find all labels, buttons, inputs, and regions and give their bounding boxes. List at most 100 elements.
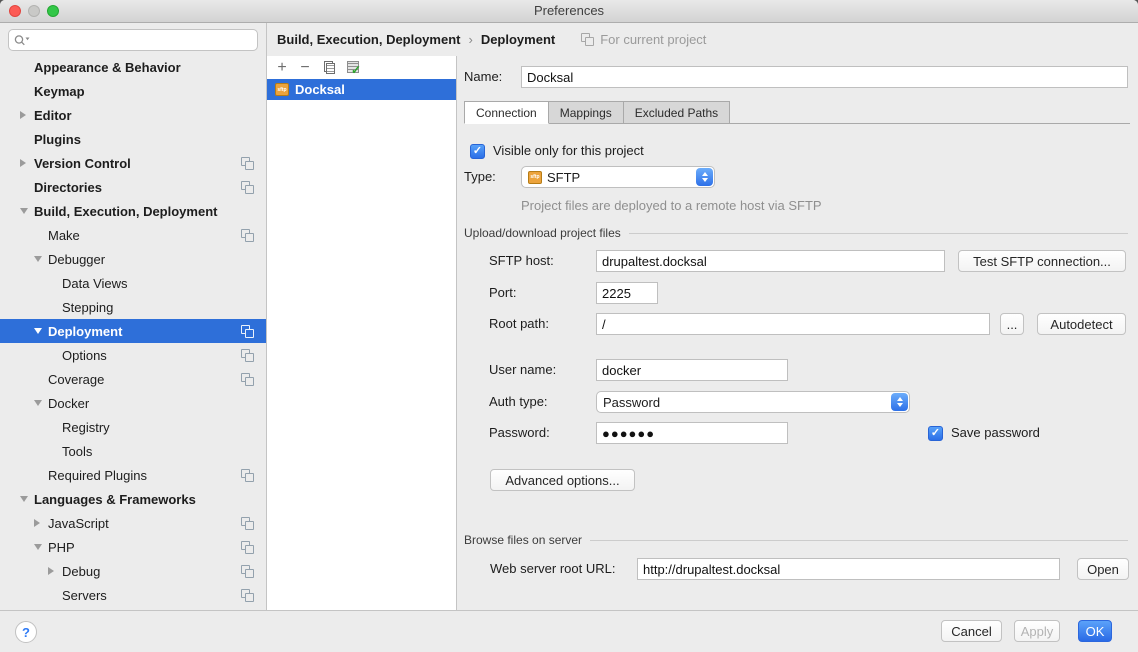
- footer-bar: ? Cancel Apply OK: [0, 610, 1138, 652]
- sidebar-item-required-plugins[interactable]: Required Plugins: [0, 463, 266, 487]
- name-input[interactable]: [521, 66, 1128, 88]
- minimize-window-icon[interactable]: [28, 5, 40, 17]
- type-hint: Project files are deployed to a remote h…: [521, 195, 822, 217]
- traffic-lights: [9, 5, 59, 17]
- apply-button[interactable]: Apply: [1014, 620, 1060, 642]
- advanced-options-button[interactable]: Advanced options...: [490, 469, 635, 491]
- breadcrumb-parent[interactable]: Build, Execution, Deployment: [277, 32, 460, 47]
- password-input[interactable]: [596, 422, 788, 444]
- sidebar-item-label: Deployment: [48, 324, 122, 339]
- current-project-icon: [241, 349, 254, 362]
- user-name-input[interactable]: [596, 359, 788, 381]
- chevron-right-icon[interactable]: [20, 159, 26, 167]
- tab-connection[interactable]: Connection: [464, 101, 549, 124]
- type-select[interactable]: sftp SFTP: [521, 166, 715, 188]
- sidebar-item-docker[interactable]: Docker: [0, 391, 266, 415]
- remove-icon[interactable]: −: [299, 61, 311, 75]
- sidebar-item-directories[interactable]: Directories: [0, 175, 266, 199]
- sftp-icon: sftp: [275, 83, 289, 96]
- server-list-item[interactable]: sftp Docksal: [267, 79, 456, 100]
- sidebar-item-languages-frameworks[interactable]: Languages & Frameworks: [0, 487, 266, 511]
- tab-mappings[interactable]: Mappings: [549, 101, 624, 124]
- sidebar-item-debugger[interactable]: Debugger: [0, 247, 266, 271]
- autodetect-button[interactable]: Autodetect: [1037, 313, 1126, 335]
- sidebar-item-data-views[interactable]: Data Views: [0, 271, 266, 295]
- chevron-down-icon[interactable]: [34, 400, 42, 406]
- browse-root-path-button[interactable]: ...: [1000, 313, 1024, 335]
- sidebar-item-version-control[interactable]: Version Control: [0, 151, 266, 175]
- server-list-toolbar: + −: [267, 56, 456, 79]
- visible-only-checkbox[interactable]: ✓: [470, 144, 485, 159]
- copy-icon[interactable]: [322, 61, 335, 74]
- web-root-label: Web server root URL:: [490, 558, 615, 580]
- chevron-down-icon[interactable]: [20, 208, 28, 214]
- sidebar-item-editor[interactable]: Editor: [0, 103, 266, 127]
- search-input[interactable]: [8, 29, 258, 51]
- sidebar-item-label: Debug: [62, 564, 100, 579]
- save-password-checkbox[interactable]: ✓: [928, 426, 943, 441]
- sidebar-item-debug[interactable]: Debug: [0, 559, 266, 583]
- open-button[interactable]: Open: [1077, 558, 1129, 580]
- sidebar-item-options[interactable]: Options: [0, 343, 266, 367]
- sidebar-item-tools[interactable]: Tools: [0, 439, 266, 463]
- sidebar-item-servers[interactable]: Servers: [0, 583, 266, 607]
- chevron-down-icon[interactable]: [34, 256, 42, 262]
- root-path-label: Root path:: [489, 313, 549, 335]
- sidebar-item-label: Plugins: [34, 132, 81, 147]
- sidebar-item-label: Servers: [62, 588, 107, 603]
- sidebar-item-appearance-behavior[interactable]: Appearance & Behavior: [0, 55, 266, 79]
- settings-sidebar: Appearance & Behavior Keymap Editor Plugins…: [0, 23, 267, 610]
- sidebar-item-label: Coverage: [48, 372, 104, 387]
- test-sftp-connection-button[interactable]: Test SFTP connection...: [958, 250, 1126, 272]
- sidebar-item-label: Required Plugins: [48, 468, 147, 483]
- close-window-icon[interactable]: [9, 5, 21, 17]
- password-label: Password:: [489, 422, 550, 444]
- sidebar-item-registry[interactable]: Registry: [0, 415, 266, 439]
- sidebar-item-label: PHP: [48, 540, 75, 555]
- chevron-down-icon[interactable]: [34, 544, 42, 550]
- sidebar-item-stepping[interactable]: Stepping: [0, 295, 266, 319]
- chevron-right-icon[interactable]: [20, 111, 26, 119]
- sidebar-item-php[interactable]: PHP: [0, 535, 266, 559]
- port-input[interactable]: [596, 282, 658, 304]
- sidebar-item-coverage[interactable]: Coverage: [0, 367, 266, 391]
- content-body: + − sftp Docksal Name: ConnectionMapping…: [267, 56, 1138, 610]
- content-area: Build, Execution, Deployment › Deploymen…: [267, 23, 1138, 610]
- current-project-icon: [241, 469, 254, 482]
- sidebar-item-label: Keymap: [34, 84, 85, 99]
- sidebar-item-label: Data Views: [62, 276, 128, 291]
- cancel-button[interactable]: Cancel: [941, 620, 1002, 642]
- current-project-icon: [581, 33, 594, 46]
- use-as-default-icon[interactable]: [346, 61, 360, 74]
- sftp-host-input[interactable]: [596, 250, 945, 272]
- root-path-input[interactable]: [596, 313, 990, 335]
- tab-excluded-paths[interactable]: Excluded Paths: [624, 101, 730, 124]
- chevron-right-icon[interactable]: [34, 519, 40, 527]
- auth-type-select-value: Password: [603, 395, 660, 410]
- sidebar-item-label: JavaScript: [48, 516, 109, 531]
- chevron-down-icon[interactable]: [34, 328, 42, 334]
- sidebar-item-make[interactable]: Make: [0, 223, 266, 247]
- sidebar-item-build-execution-deployment[interactable]: Build, Execution, Deployment: [0, 199, 266, 223]
- sidebar-item-deployment[interactable]: Deployment: [0, 319, 266, 343]
- chevron-down-icon[interactable]: [20, 496, 28, 502]
- current-project-icon: [241, 517, 254, 530]
- auth-type-select[interactable]: Password: [596, 391, 910, 413]
- select-stepper-icon: [891, 393, 908, 411]
- sidebar-item-plugins[interactable]: Plugins: [0, 127, 266, 151]
- breadcrumb-separator-icon: ›: [468, 32, 472, 47]
- scope-indicator: For current project: [581, 32, 706, 47]
- zoom-window-icon[interactable]: [47, 5, 59, 17]
- help-button[interactable]: ?: [15, 621, 37, 643]
- type-select-value: SFTP: [547, 170, 580, 185]
- name-label: Name:: [464, 66, 502, 88]
- sidebar-item-keymap[interactable]: Keymap: [0, 79, 266, 103]
- sidebar-item-javascript[interactable]: JavaScript: [0, 511, 266, 535]
- sftp-icon: sftp: [528, 171, 542, 184]
- add-icon[interactable]: +: [276, 61, 288, 75]
- deployment-form: Name: ConnectionMappingsExcluded Paths ✓…: [457, 56, 1138, 610]
- current-project-icon: [241, 589, 254, 602]
- web-root-input[interactable]: [637, 558, 1060, 580]
- ok-button[interactable]: OK: [1078, 620, 1112, 642]
- chevron-right-icon[interactable]: [48, 567, 54, 575]
